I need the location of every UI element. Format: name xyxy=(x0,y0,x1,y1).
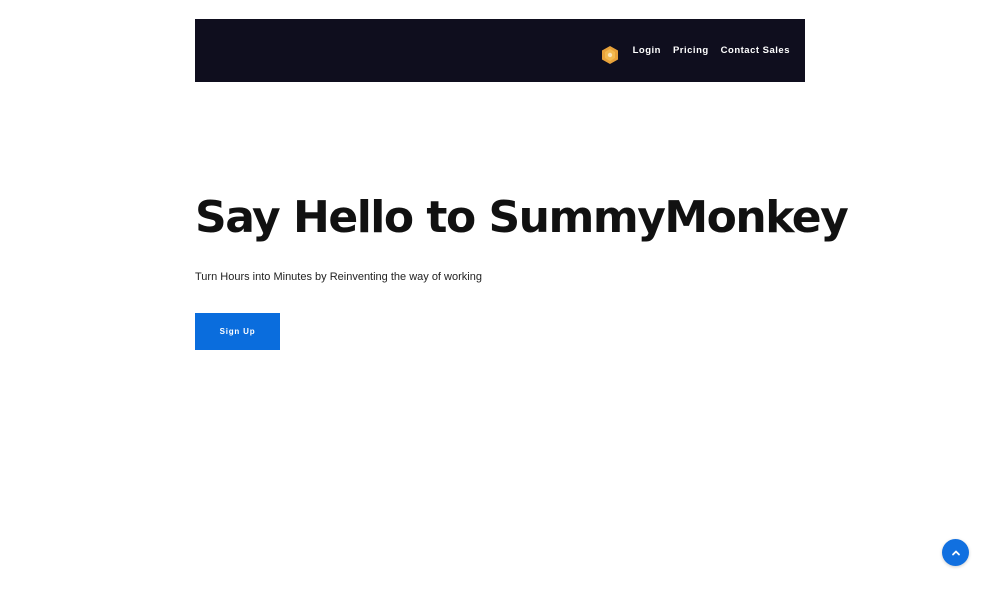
scroll-to-top-button[interactable] xyxy=(942,539,969,566)
sign-up-button[interactable]: Sign Up xyxy=(195,313,280,350)
hexagon-logo-icon[interactable] xyxy=(600,45,620,65)
chevron-up-icon xyxy=(951,550,960,555)
hero-title: Say Hello to SummyMonkey xyxy=(195,192,849,243)
nav-pricing-link[interactable]: Pricing xyxy=(673,45,709,56)
hero-subtitle: Turn Hours into Minutes by Reinventing t… xyxy=(195,271,482,283)
page: Login Pricing Contact Sales Say Hello to… xyxy=(0,0,1000,600)
nav-contact-sales-link[interactable]: Contact Sales xyxy=(721,45,790,56)
top-navbar: Login Pricing Contact Sales xyxy=(195,19,805,82)
nav-links: Login Pricing Contact Sales xyxy=(600,19,790,82)
nav-login-link[interactable]: Login xyxy=(633,45,661,56)
